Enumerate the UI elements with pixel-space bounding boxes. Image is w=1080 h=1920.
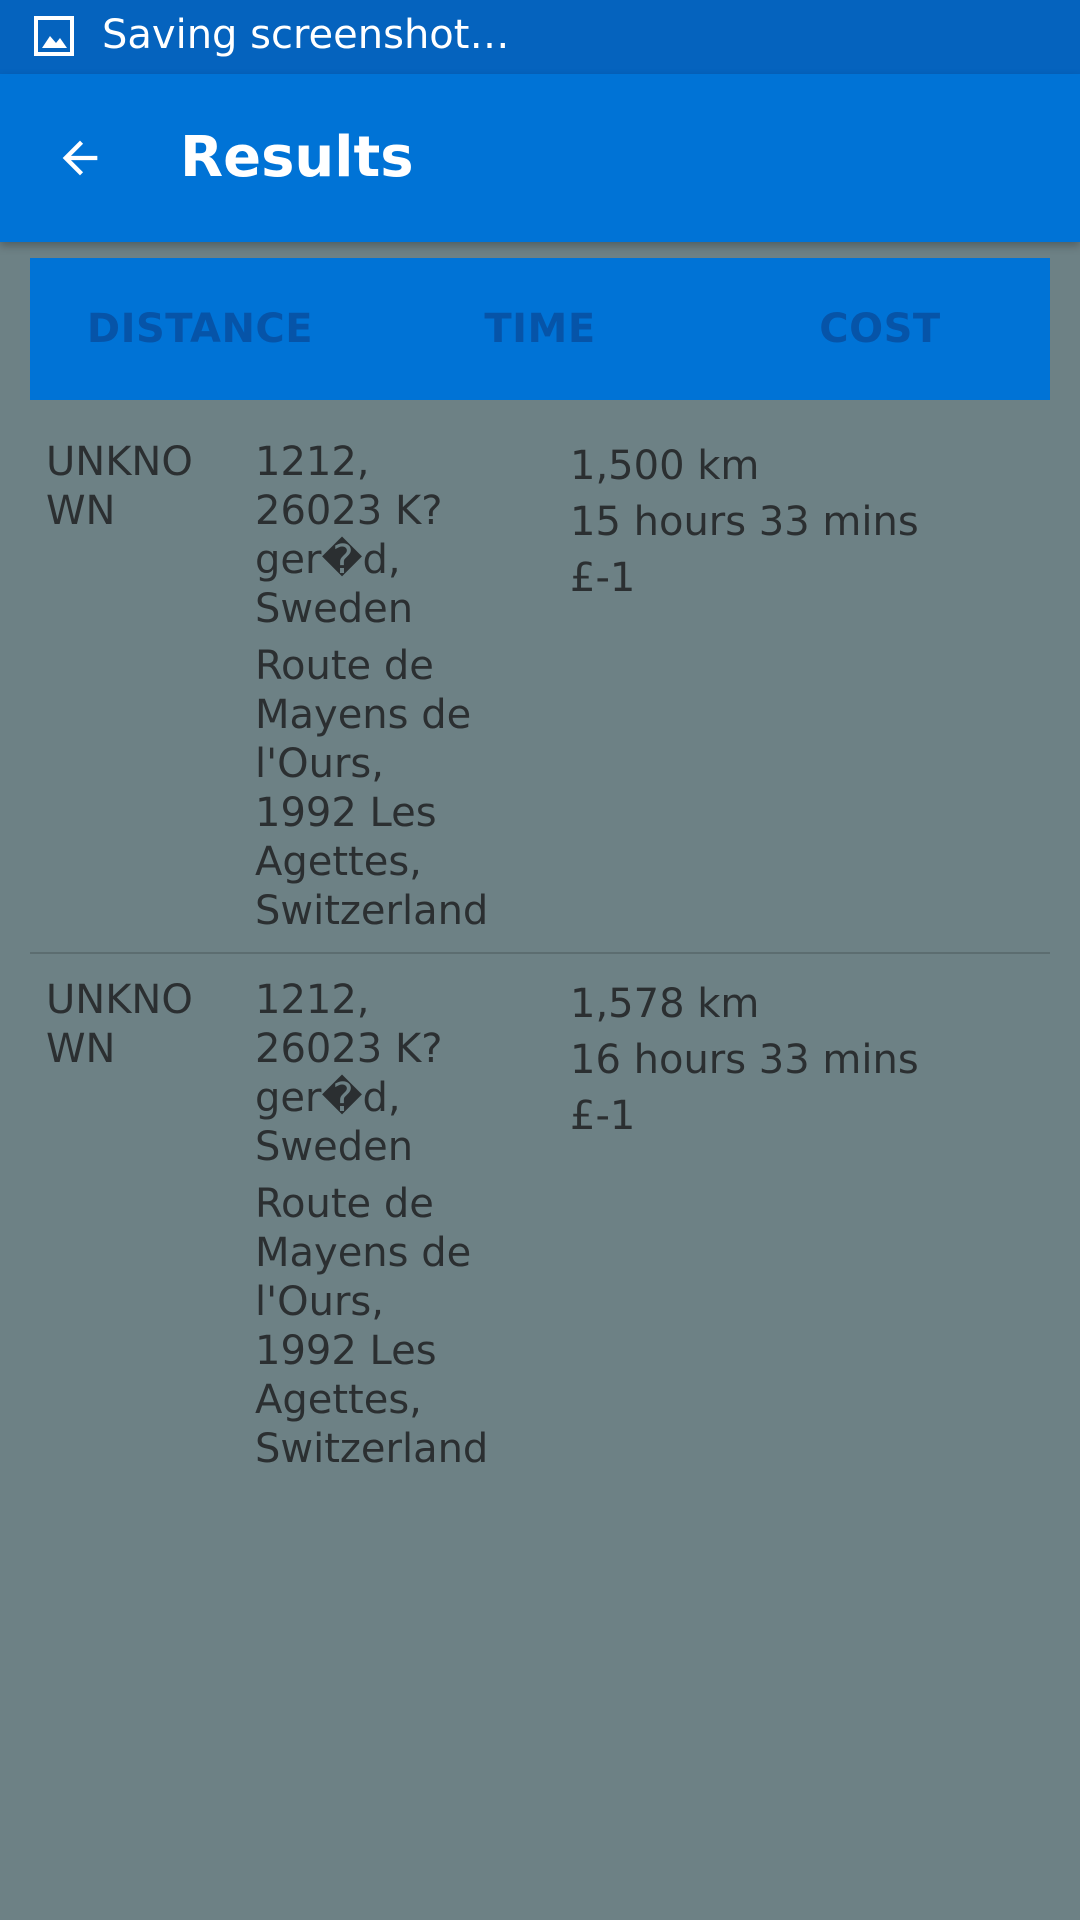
status-text: Saving screenshot… — [102, 12, 510, 58]
page-title: Results — [180, 125, 414, 190]
destination-address: Route de Mayens de l'Ours, 1992 Les Aget… — [255, 1181, 489, 1472]
status-bar: Saving screenshot… — [0, 0, 1080, 74]
tab-distance[interactable]: DISTANCE — [30, 258, 370, 400]
sort-tab-bar: DISTANCE TIME COST — [30, 258, 1050, 400]
image-icon — [34, 16, 74, 56]
result-time: 16 hours 33 mins — [570, 1037, 919, 1083]
result-cost: £-1 — [570, 555, 636, 601]
result-addresses: 1212, 26023 K?ger�d, Sweden Route de May… — [255, 438, 495, 944]
result-addresses: 1212, 26023 K?ger�d, Sweden Route de May… — [255, 976, 495, 1482]
result-cost: £-1 — [570, 1093, 636, 1139]
result-distance: 1,578 km — [570, 981, 760, 1027]
result-metrics: 1,578 km 16 hours 33 mins £-1 — [570, 976, 1030, 1144]
origin-address: 1212, 26023 K?ger�d, Sweden — [255, 439, 443, 632]
result-distance: 1,500 km — [570, 443, 760, 489]
origin-address: 1212, 26023 K?ger�d, Sweden — [255, 977, 443, 1170]
result-row[interactable]: UNKNOWN 1212, 26023 K?ger�d, Sweden Rout… — [30, 438, 1050, 954]
result-row[interactable]: UNKNOWN 1212, 26023 K?ger�d, Sweden Rout… — [30, 976, 1050, 1490]
arrow-back-icon — [62, 140, 98, 176]
tab-cost[interactable]: COST — [710, 258, 1050, 400]
back-button[interactable] — [40, 118, 120, 198]
result-status: UNKNOWN — [46, 439, 193, 534]
destination-address: Route de Mayens de l'Ours, 1992 Les Aget… — [255, 643, 489, 934]
tab-time[interactable]: TIME — [370, 258, 710, 400]
result-time: 15 hours 33 mins — [570, 499, 919, 545]
app-bar: Results — [0, 74, 1080, 242]
result-status: UNKNOWN — [46, 977, 193, 1072]
result-metrics: 1,500 km 15 hours 33 mins £-1 — [570, 438, 1030, 606]
